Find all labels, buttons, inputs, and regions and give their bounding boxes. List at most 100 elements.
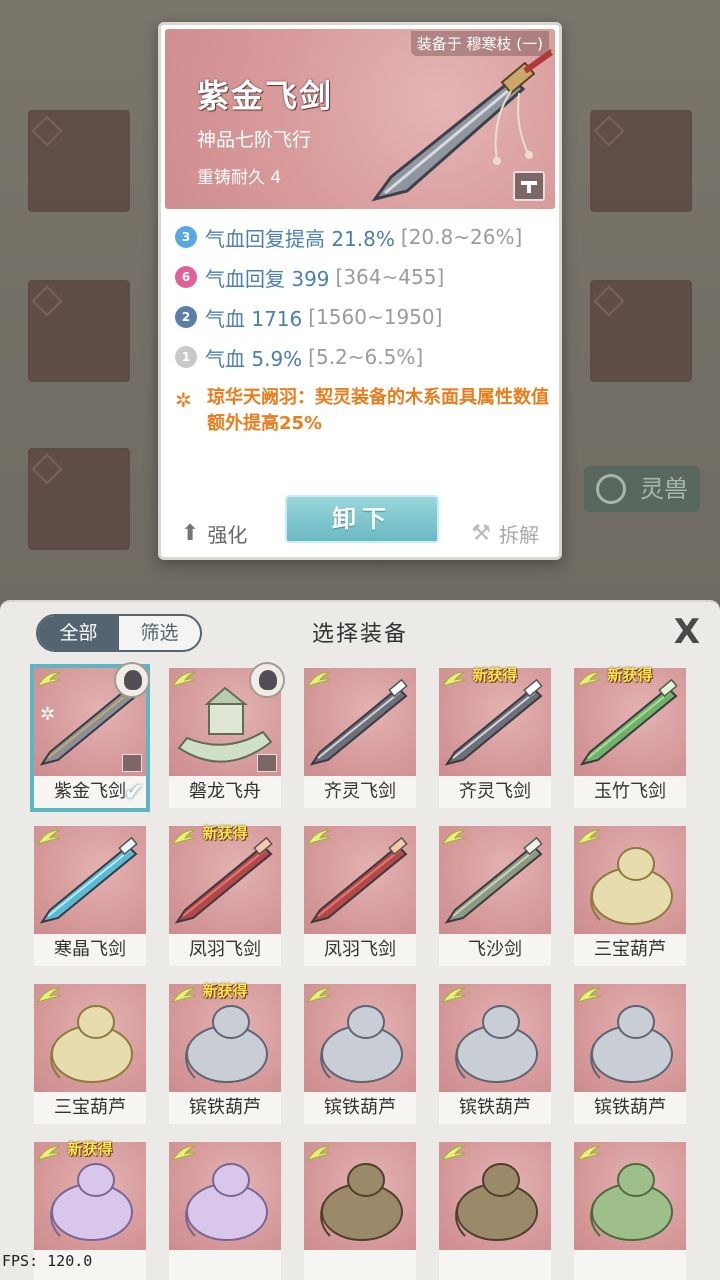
equipment-card[interactable]: 飞沙剑 <box>439 826 551 966</box>
sword-gray-icon <box>304 668 416 776</box>
equipment-card[interactable]: 凤羽飞剑 <box>304 826 416 966</box>
dismantle-button[interactable]: ⚒ 拆解 <box>471 519 539 548</box>
equipment-card[interactable]: 凤羽飞剑 新获得 <box>169 824 281 966</box>
stat-row: 1 气血 5.9% [5.2~6.5%] <box>175 341 423 373</box>
equipment-card[interactable]: 磐龙飞舟 <box>169 662 285 808</box>
bg-equip-slot <box>28 110 130 212</box>
beast-bag-icon <box>439 1142 551 1250</box>
flight-wing-icon <box>441 829 467 845</box>
new-tag: 新获得 <box>607 666 653 684</box>
beast-icon <box>596 474 626 504</box>
equipment-name: 磐龙飞舟 <box>169 776 281 808</box>
dismantle-icon: ⚒ <box>471 521 491 546</box>
flight-wing-icon <box>306 829 332 845</box>
equipment-name: 镔铁葫芦 <box>574 1092 686 1124</box>
equipment-card[interactable]: 镔铁葫芦 <box>439 984 551 1124</box>
equipment-name: 寒晶飞剑 <box>34 934 146 966</box>
equipment-name: 玉竹飞剑 <box>574 776 686 808</box>
equipment-card[interactable] <box>439 1142 551 1280</box>
gourd-gold-icon <box>34 984 146 1092</box>
equipment-name: 镔铁葫芦 <box>169 1092 281 1124</box>
stat-value: 气血回复 399 <box>205 266 330 291</box>
equipment-card[interactable]: 镔铁葫芦 <box>304 984 416 1124</box>
equipment-name: 三宝葫芦 <box>574 934 686 966</box>
character-avatar <box>249 662 285 698</box>
gourd-gold-icon <box>574 826 686 934</box>
stat-rank-badge: 1 <box>175 346 197 368</box>
lock-icon <box>122 754 142 772</box>
equipment-name: 镔铁葫芦 <box>304 1092 416 1124</box>
equipment-name: 凤羽飞剑 <box>304 934 416 966</box>
equipment-card[interactable]: 寒晶飞剑 <box>34 826 146 966</box>
sword-sand-icon <box>439 826 551 934</box>
set-bonus-icon: ✲ <box>175 388 192 412</box>
flight-wing-icon <box>576 1145 602 1161</box>
upgrade-arrow-icon: ⬆ <box>181 521 200 546</box>
flight-wing-icon <box>306 1145 332 1161</box>
stat-row: 6 气血回复 399 [364~455] <box>175 261 444 293</box>
equipment-card[interactable]: 三宝葫芦 <box>34 984 146 1124</box>
new-tag: 新获得 <box>67 1140 113 1158</box>
stat-range: [5.2~6.5%] <box>308 345 424 369</box>
set-bonus: ✲ 琼华天阙羽：契灵装备的木系面具属性数值额外提高25% <box>175 385 555 437</box>
unequip-button[interactable]: 卸下 <box>285 495 439 543</box>
flight-wing-icon <box>441 1145 467 1161</box>
stat-range: [364~455] <box>335 265 445 289</box>
equipment-card[interactable] <box>169 1142 281 1280</box>
sword-ice-icon <box>34 826 146 934</box>
stat-range: [1560~1950] <box>308 305 443 329</box>
equipment-card[interactable] <box>304 1142 416 1280</box>
flight-wing-icon <box>576 987 602 1003</box>
item-name: 紫金飞剑 <box>197 77 334 115</box>
item-detail-popup: 装备于 穆寒枝 (一) 紫金飞剑 神品七阶飞行 重铸耐久 4 3 气血回复提高 2… <box>158 22 562 560</box>
equipment-card[interactable]: 齐灵飞剑 新获得 <box>439 666 551 808</box>
item-grade: 神品七阶飞行 <box>197 129 312 151</box>
stat-value: 气血回复提高 21.8% <box>205 226 395 251</box>
gourd-iron-icon <box>439 984 551 1092</box>
lock-icon[interactable] <box>513 171 545 201</box>
equipment-card[interactable]: ✲ 紫金飞剑 ✔ <box>30 662 150 812</box>
stat-range: [20.8~26%] <box>400 225 523 249</box>
equipment-name: 齐灵飞剑 <box>304 776 416 808</box>
new-tag: 新获得 <box>202 824 248 842</box>
stat-rank-badge: 6 <box>175 266 197 288</box>
bg-equip-slot <box>28 448 130 550</box>
dismantle-label: 拆解 <box>499 523 539 547</box>
flight-wing-icon <box>306 987 332 1003</box>
equipment-card[interactable]: 齐灵飞剑 <box>304 668 416 808</box>
beast-bag-icon <box>304 1142 416 1250</box>
stat-rank-badge: 3 <box>175 226 197 248</box>
bg-equip-slot <box>28 280 130 382</box>
bg-equip-slot <box>590 280 692 382</box>
panel-title: 选择装备 <box>311 622 408 647</box>
rune-icon: ✲ <box>40 704 56 725</box>
set-bonus-text: 琼华天阙羽：契灵装备的木系面具属性数值额外提高25% <box>207 387 549 434</box>
fps-counter: FPS: 120.0 <box>2 1252 93 1270</box>
flight-wing-icon <box>171 1145 197 1161</box>
upgrade-button[interactable]: ⬆ 强化 <box>181 519 247 548</box>
stat-rank-badge: 2 <box>175 306 197 328</box>
equipment-card[interactable]: 镔铁葫芦 <box>574 984 686 1124</box>
flight-wing-icon <box>171 671 197 687</box>
item-recast-durability: 重铸耐久 4 <box>197 168 282 188</box>
equipment-card[interactable]: 三宝葫芦 <box>574 826 686 966</box>
gourd-purple-icon <box>169 1142 281 1250</box>
equipment-name: 齐灵飞剑 <box>439 776 551 808</box>
equipment-card[interactable]: 镔铁葫芦 新获得 <box>169 982 281 1124</box>
stat-value: 气血 1716 <box>205 306 303 331</box>
bg-equip-slot <box>590 110 692 212</box>
flight-wing-icon <box>441 987 467 1003</box>
equipment-name: 三宝葫芦 <box>34 1092 146 1124</box>
flight-wing-icon <box>36 987 62 1003</box>
close-icon[interactable]: X <box>674 612 700 652</box>
equipment-card[interactable] <box>574 1142 686 1280</box>
flight-wing-icon <box>306 671 332 687</box>
equipment-card[interactable]: 玉竹飞剑 新获得 <box>574 666 686 808</box>
equipment-name: 凤羽飞剑 <box>169 934 281 966</box>
character-avatar <box>114 662 150 698</box>
spirit-beast-button[interactable]: 灵兽 <box>584 466 700 512</box>
new-tag: 新获得 <box>202 982 248 1000</box>
spirit-beast-label: 灵兽 <box>640 475 688 503</box>
sword-red-icon <box>304 826 416 934</box>
stat-row: 2 气血 1716 [1560~1950] <box>175 301 442 333</box>
